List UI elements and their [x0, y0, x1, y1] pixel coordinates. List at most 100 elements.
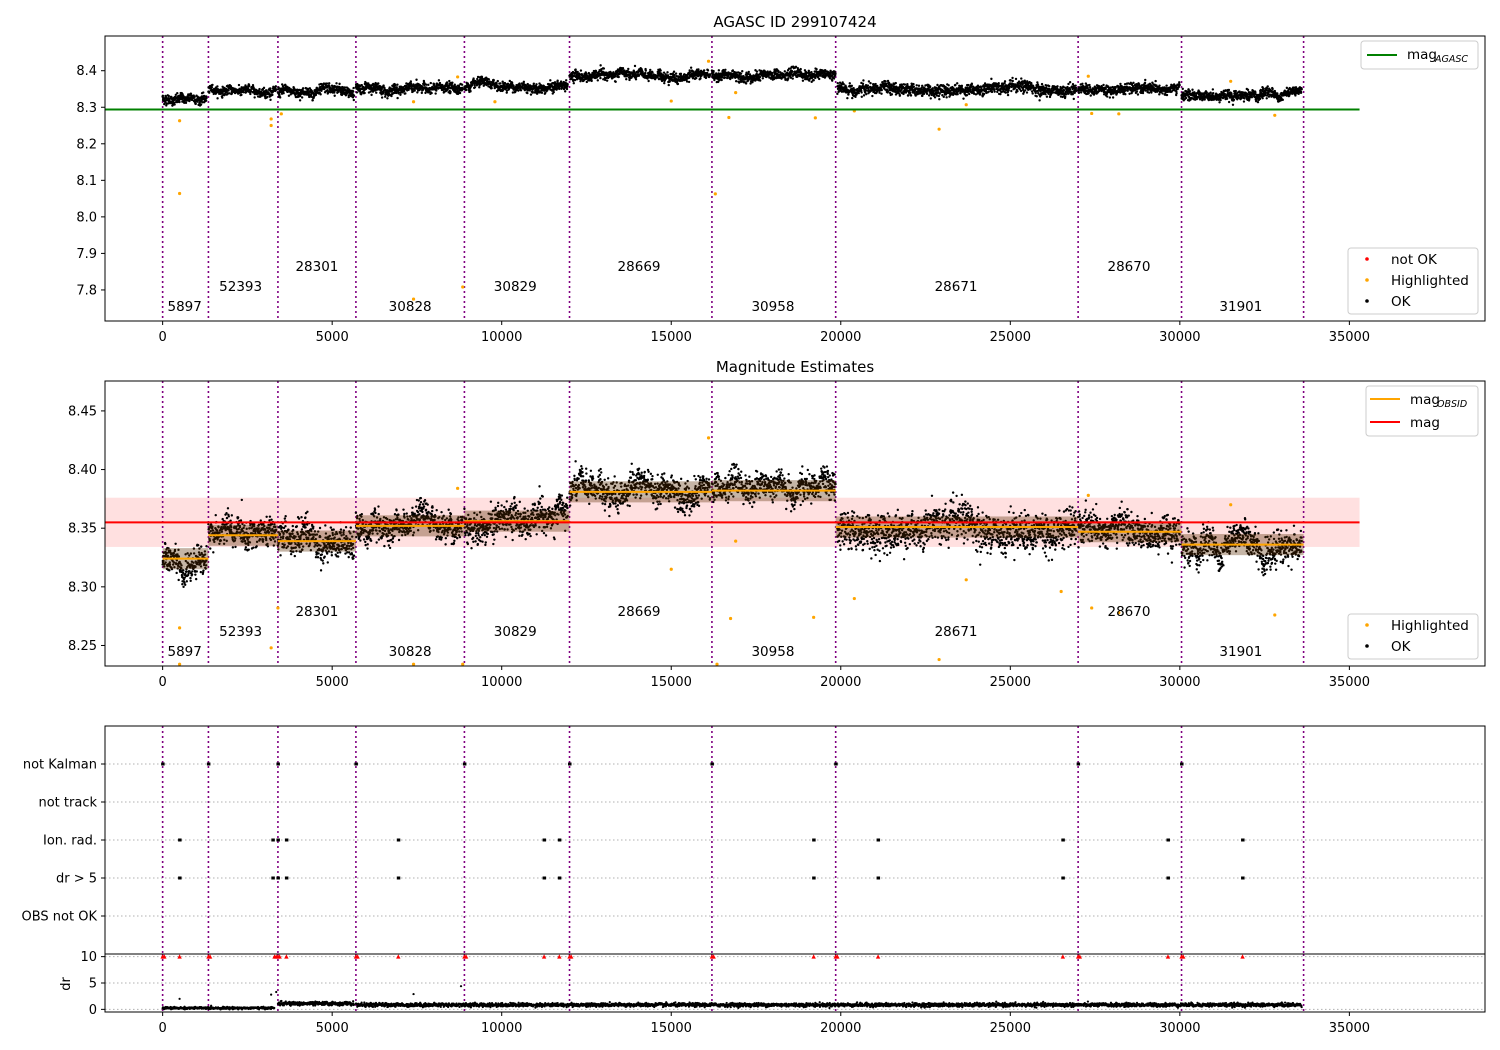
- panel1-ok-point: [990, 90, 994, 94]
- panel1-ok-point: [1010, 89, 1013, 93]
- panel1-ok-point: [1136, 93, 1140, 96]
- panel1-ok-point: [227, 92, 231, 95]
- panel1-ok-point: [739, 72, 743, 75]
- panel1-ok-point: [590, 79, 593, 83]
- panel1-ok-point: [1143, 81, 1147, 85]
- panel1-ok-point: [237, 83, 241, 87]
- panel1-ok-point: [1161, 92, 1164, 95]
- panel1-ok-point: [240, 93, 243, 97]
- panel1-ok-point: [394, 84, 397, 87]
- panel1-ok-point: [249, 92, 252, 96]
- panel1-ok-point: [1025, 91, 1029, 94]
- panel1-ok-point: [421, 88, 425, 91]
- panel1-ok-point: [532, 82, 536, 85]
- panel1-ok-point: [860, 91, 863, 94]
- panel1-ok-point: [625, 77, 628, 81]
- panel1-ok-point: [663, 81, 666, 85]
- panel1-ok-point: [1014, 77, 1018, 81]
- panel1-ok-point: [790, 70, 794, 73]
- panel1-ok-point: [538, 91, 542, 94]
- panel1-ok-point: [920, 86, 924, 90]
- panel1-ok-point: [909, 94, 913, 97]
- panel1-ok-point: [925, 92, 929, 96]
- panel1-ok-point: [496, 79, 499, 83]
- panel1-ok-point: [258, 87, 261, 91]
- panel1-ok-point: [1086, 86, 1089, 89]
- panel1-ok-point: [425, 83, 428, 86]
- panel1-ok-point: [1072, 97, 1075, 101]
- panel1-ok-point: [761, 77, 765, 80]
- panel1-ok-point: [210, 86, 214, 89]
- panel1-ok-point: [890, 93, 894, 96]
- figure: AGASC ID 2991074245897523932830130828308…: [0, 0, 1500, 1050]
- panel1-ok-point: [208, 91, 211, 94]
- panel1-ok-point: [695, 76, 698, 80]
- panel1-ok-point: [327, 82, 331, 85]
- panel1-ok-point: [884, 80, 887, 83]
- panel1-ok-point: [1004, 91, 1007, 94]
- panel1-ok-point: [799, 67, 802, 71]
- panel1-ok-point: [487, 78, 491, 81]
- panel1-ok-point: [993, 90, 996, 93]
- panel1-ok-point: [887, 81, 891, 85]
- panel1-ok-point: [338, 82, 341, 86]
- panel1-ok-point: [540, 91, 544, 94]
- panel1-ok-point: [202, 91, 205, 94]
- panel1-ok-point: [1081, 82, 1084, 86]
- panel1-ok-point: [409, 80, 413, 83]
- panel1-ok-point: [563, 90, 567, 93]
- panel1-ok-point: [866, 84, 870, 87]
- panel1-ok-point: [667, 83, 670, 87]
- panel1-ok-point: [1074, 84, 1077, 87]
- panel1-ok-point: [708, 73, 712, 76]
- panel1-ok-point: [301, 87, 305, 90]
- panel1-ok-point: [871, 94, 874, 98]
- panel1-ok-point: [522, 80, 526, 84]
- panel1-ok-point: [968, 92, 971, 96]
- panel1-ok-point: [535, 83, 538, 86]
- panel1-ok-point: [274, 88, 278, 92]
- panel1-ok-point: [1020, 77, 1023, 80]
- panel1-ok-point: [869, 81, 872, 85]
- panel1-ok-point: [937, 94, 941, 98]
- panel1-ok-point: [1031, 92, 1034, 95]
- panel1-ok-point: [1128, 92, 1131, 95]
- panel1-ok-point: [614, 75, 617, 78]
- panel1-ok-point: [1135, 90, 1139, 93]
- panel1-ok-point: [912, 82, 915, 86]
- panel1-ok-point: [438, 81, 442, 85]
- panel1-ok-point: [565, 87, 569, 91]
- panel1-ok-point: [380, 96, 384, 99]
- panel1-ok-point: [965, 93, 969, 97]
- panel1-ok-point: [922, 92, 926, 96]
- panel1-ok-point: [370, 93, 373, 97]
- panel1-ok-point: [1132, 81, 1135, 85]
- panel1-ok-point: [519, 89, 523, 92]
- panel1-ok-point: [333, 91, 336, 94]
- panel1-ok-point: [1016, 90, 1019, 93]
- panel1-ok-point: [864, 89, 868, 92]
- panel1-ok-point: [1124, 92, 1127, 96]
- panel1-ok-point: [1047, 84, 1051, 88]
- panel1-ok-point: [375, 91, 378, 94]
- panel1-ok-point: [912, 85, 916, 88]
- panel1-ok-point: [184, 101, 188, 105]
- panel1-ok-point: [1102, 83, 1105, 87]
- panel1-ok-point: [998, 84, 1001, 88]
- panel1-ok-point: [928, 85, 932, 88]
- panel1-ok-point: [205, 96, 208, 100]
- panel1-ok-point: [836, 81, 839, 85]
- panel1-ok-point: [1158, 93, 1161, 96]
- panel1-ok-point: [1111, 96, 1115, 99]
- panel1-ok-point: [384, 95, 387, 98]
- panel1-ok-point: [755, 70, 759, 73]
- panel1-ok-point: [415, 78, 418, 81]
- panel1-ok-point: [167, 94, 170, 98]
- panel1-ok-point: [382, 84, 385, 87]
- panel1-ok-point: [319, 93, 322, 96]
- panel1-ok-point: [173, 103, 176, 106]
- panel1-ok-point: [848, 82, 851, 85]
- panel1-ok-point: [679, 72, 683, 76]
- panel1-ok-point: [262, 86, 266, 90]
- panel1-ok-point: [448, 79, 451, 83]
